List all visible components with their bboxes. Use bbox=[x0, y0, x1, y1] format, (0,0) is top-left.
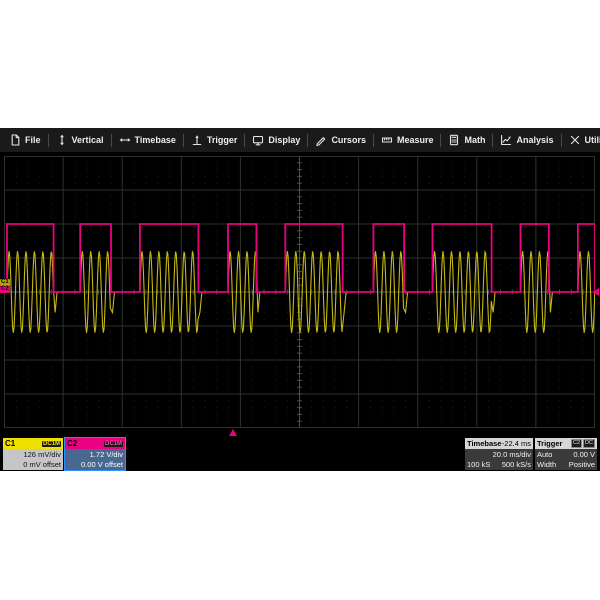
channel-c1-offset: 0 mV offset bbox=[5, 460, 61, 470]
trigger-type: Width bbox=[537, 460, 556, 470]
menu-item-label: Analysis bbox=[516, 135, 553, 145]
menu-item-label: Display bbox=[268, 135, 300, 145]
channel-c1-scale: 126 mV/div bbox=[5, 450, 61, 460]
menu-item-label: Cursors bbox=[331, 135, 366, 145]
menu-item-vertical[interactable]: Vertical bbox=[49, 128, 111, 152]
vertical-arrows-icon bbox=[56, 134, 68, 146]
channel-descriptor-c1[interactable]: C1 DC1M 126 mV/div 0 mV offset bbox=[3, 438, 63, 470]
timebase-scale: 20.0 ms/div bbox=[467, 450, 531, 460]
trigger-slope: Positive bbox=[569, 460, 595, 470]
status-bar: C1 DC1M 126 mV/div 0 mV offset C2 DC1M 1… bbox=[0, 437, 600, 471]
graticule-svg bbox=[4, 156, 595, 428]
menu-item-timebase[interactable]: Timebase bbox=[112, 128, 183, 152]
trigger-level-marker[interactable] bbox=[592, 288, 599, 296]
trigger-level: 0.00 V bbox=[573, 450, 595, 460]
waveform-display[interactable]: C1 C2 bbox=[0, 152, 600, 437]
channel-c2-coupling-badge: DC1M bbox=[104, 441, 123, 447]
menu-item-label: Measure bbox=[397, 135, 434, 145]
menu-item-trigger[interactable]: Trigger bbox=[184, 128, 245, 152]
timebase-descriptor[interactable]: Timebase -22.4 ms 20.0 ms/div 100 kS 500… bbox=[465, 438, 533, 470]
menu-item-label: Math bbox=[464, 135, 485, 145]
display-icon bbox=[252, 134, 264, 146]
channel-c1-label: C1 bbox=[5, 439, 15, 448]
menu-item-label: File bbox=[25, 135, 41, 145]
file-icon bbox=[9, 134, 21, 146]
channel-c1-coupling-badge: DC1M bbox=[42, 441, 61, 447]
trigger-mode: Auto bbox=[537, 450, 552, 460]
channel-c2-offset: 0.00 V offset bbox=[67, 460, 123, 470]
c2-ground-marker[interactable]: C2 bbox=[0, 286, 10, 293]
menu-item-analysis[interactable]: Analysis bbox=[493, 128, 560, 152]
desktop-background: File Vertical Timebase Trigger Display Cursor… bbox=[0, 0, 600, 600]
c1-ground-marker[interactable]: C1 bbox=[0, 279, 10, 286]
menu-item-label: Utilities bbox=[585, 135, 600, 145]
menu-bar: File Vertical Timebase Trigger Display Cursor… bbox=[0, 128, 600, 152]
timebase-sample-rate: 500 kS/s bbox=[502, 460, 531, 470]
trigger-coupling-badge: DC bbox=[583, 439, 595, 448]
horizontal-arrows-icon bbox=[119, 134, 131, 146]
measure-icon bbox=[381, 134, 393, 146]
channel-c2-label: C2 bbox=[67, 439, 77, 448]
menu-item-display[interactable]: Display bbox=[245, 128, 307, 152]
math-icon bbox=[448, 134, 460, 146]
menu-item-file[interactable]: File bbox=[2, 128, 48, 152]
timebase-delay: -22.4 ms bbox=[502, 439, 531, 448]
trigger-descriptor[interactable]: Trigger C2 DC Auto 0.00 V Width Positive bbox=[535, 438, 597, 470]
timebase-label: Timebase bbox=[467, 439, 501, 448]
menu-item-measure[interactable]: Measure bbox=[374, 128, 441, 152]
trigger-label: Trigger bbox=[537, 439, 562, 448]
oscilloscope-window: File Vertical Timebase Trigger Display Cursor… bbox=[0, 128, 600, 471]
channel-descriptor-c2[interactable]: C2 DC1M 1.72 V/div 0.00 V offset bbox=[65, 438, 125, 470]
menu-item-label: Trigger bbox=[207, 135, 238, 145]
utilities-icon bbox=[569, 134, 581, 146]
menu-item-label: Timebase bbox=[135, 135, 176, 145]
trigger-arrow-icon bbox=[191, 134, 203, 146]
cursors-icon bbox=[315, 134, 327, 146]
menu-item-utilities[interactable]: Utilities bbox=[562, 128, 600, 152]
trigger-position-marker[interactable] bbox=[229, 429, 237, 436]
menu-item-cursors[interactable]: Cursors bbox=[308, 128, 373, 152]
channel-c2-scale: 1.72 V/div bbox=[67, 450, 123, 460]
trigger-source-badge: C2 bbox=[571, 439, 582, 448]
menu-item-label: Vertical bbox=[72, 135, 104, 145]
timebase-samples: 100 kS bbox=[467, 460, 490, 470]
analysis-icon bbox=[500, 134, 512, 146]
menu-item-math[interactable]: Math bbox=[441, 128, 492, 152]
statusbar-spacer bbox=[127, 438, 463, 470]
